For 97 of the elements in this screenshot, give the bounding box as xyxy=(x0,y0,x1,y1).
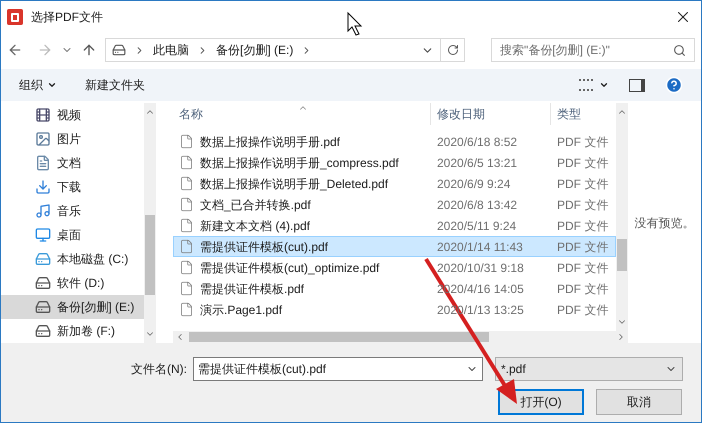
scrollbar[interactable] xyxy=(616,103,628,331)
scrollbar[interactable] xyxy=(144,103,156,343)
download-icon xyxy=(35,179,51,195)
help-icon[interactable] xyxy=(665,76,683,94)
back-icon[interactable] xyxy=(7,42,23,58)
file-name: 新建文本文档 (4).pdf xyxy=(200,218,310,234)
drive-icon xyxy=(112,43,126,57)
file-name: 需提供证件模板(cut).pdf xyxy=(200,238,328,256)
file-row[interactable]: 数据上报操作说明手册.pdf 2020/6/18 8:52 PDF 文件 xyxy=(173,131,616,152)
file-row[interactable]: 新建文本文档 (4).pdf 2020/5/11 9:24 PDF 文件 xyxy=(173,215,616,236)
file-icon xyxy=(179,155,194,170)
file-type: PDF 文件 xyxy=(556,154,608,172)
view-options-icon[interactable] xyxy=(579,79,609,91)
mouse-cursor-icon xyxy=(348,12,362,36)
nav-item[interactable]: 视频 xyxy=(1,103,144,127)
search-field[interactable]: 搜索"备份[勿删] (E:)" xyxy=(491,38,695,62)
file-row[interactable]: 需提供证件模板(cut).pdf 2020/1/14 11:43 PDF 文件 xyxy=(173,236,616,257)
caret-icon xyxy=(47,80,57,90)
file-row[interactable]: 文档_已合并转换.pdf 2020/6/8 13:42 PDF 文件 xyxy=(173,194,616,215)
preview-pane-icon[interactable] xyxy=(629,78,645,92)
modified-date: 2020/6/8 13:42 xyxy=(436,196,518,214)
file-icon xyxy=(179,134,194,149)
file-row[interactable]: 需提供证件模板(cut)_optimize.pdf 2020/10/31 9:18 PDF 文件 xyxy=(173,257,616,278)
file-icon xyxy=(179,239,194,254)
drive-icon xyxy=(35,323,51,339)
scrollbar-thumb[interactable] xyxy=(189,332,489,342)
scrollbar-thumb[interactable] xyxy=(145,215,155,295)
open-button[interactable]: 打开(O) xyxy=(498,389,584,415)
file-type: PDF 文件 xyxy=(556,196,608,214)
file-icon xyxy=(179,281,194,296)
nav-item[interactable]: 备份[勿删] (E:) xyxy=(1,295,144,319)
file-row[interactable]: 数据上报操作说明手册_Deleted.pdf 2020/6/9 9:24 PDF 文件 xyxy=(173,173,616,194)
organize-button[interactable]: 组织 xyxy=(19,76,57,94)
column-header[interactable]: 修改日期 xyxy=(431,103,551,125)
modified-date: 2020/6/18 8:52 xyxy=(436,134,518,150)
music-note-icon xyxy=(35,203,51,219)
up-icon[interactable] xyxy=(81,42,97,58)
nav-item[interactable]: 本地磁盘 (C:) xyxy=(1,247,144,271)
nav-item[interactable]: 新加卷 (F:) xyxy=(1,319,144,343)
file-type-dropdown[interactable]: *.pdf xyxy=(495,357,683,381)
breadcrumb-item[interactable]: 此电脑 xyxy=(153,41,189,59)
file-icon xyxy=(179,197,194,212)
horizontal-scrollbar[interactable] xyxy=(173,331,628,343)
file-type: PDF 文件 xyxy=(556,280,608,298)
file-name-label: 文件名(N): xyxy=(131,361,188,378)
nav-item[interactable]: 图片 xyxy=(1,127,144,151)
nav-item[interactable]: 桌面 xyxy=(1,223,144,247)
file-name-value: 需提供证件模板(cut).pdf xyxy=(198,361,328,378)
new-folder-button[interactable]: 新建文件夹 xyxy=(85,76,145,94)
file-icon xyxy=(179,176,194,191)
file-type: PDF 文件 xyxy=(556,134,608,150)
film-icon xyxy=(35,107,51,123)
drive-icon xyxy=(35,251,51,267)
address-bar[interactable]: 此电脑 备份[勿删] (E:) xyxy=(105,38,465,62)
search-icon xyxy=(673,44,686,56)
column-header[interactable]: 名称 xyxy=(173,103,431,125)
document-icon xyxy=(35,155,51,171)
file-type-value: *.pdf xyxy=(501,361,527,378)
file-name: 数据上报操作说明手册_Deleted.pdf xyxy=(200,176,388,192)
nav-item[interactable]: 文档 xyxy=(1,151,144,175)
file-row[interactable]: 数据上报操作说明手册_compress.pdf 2020/6/5 13:21 PDF 文件 xyxy=(173,152,616,173)
breadcrumb-item[interactable]: 备份[勿删] (E:) xyxy=(216,41,294,59)
scrollbar-thumb[interactable] xyxy=(617,239,627,271)
file-icon xyxy=(179,218,194,233)
window-title: 选择PDF文件 xyxy=(31,9,103,26)
drive-icon xyxy=(35,275,51,291)
search-placeholder: 搜索"备份[勿删] (E:)" xyxy=(500,42,611,59)
nav-item[interactable]: 音乐 xyxy=(1,199,144,223)
file-name-field[interactable]: 需提供证件模板(cut).pdf xyxy=(193,357,483,381)
file-type: PDF 文件 xyxy=(556,302,608,318)
file-name: 数据上报操作说明手册.pdf xyxy=(200,134,340,150)
app-logo-icon xyxy=(7,9,23,25)
column-header[interactable]: 类型 xyxy=(551,103,616,125)
nav-item[interactable]: 下载 xyxy=(1,175,144,199)
file-type: PDF 文件 xyxy=(556,238,608,256)
file-type: PDF 文件 xyxy=(556,260,608,276)
file-name: 需提供证件模板.pdf xyxy=(200,280,304,298)
modified-date: 2020/1/14 11:43 xyxy=(436,238,524,256)
nav-item[interactable]: 软件 (D:) xyxy=(1,271,144,295)
file-name: 需提供证件模板(cut)_optimize.pdf xyxy=(200,260,380,276)
refresh-icon[interactable] xyxy=(446,44,458,56)
picture-icon xyxy=(35,131,51,147)
file-type: PDF 文件 xyxy=(556,218,608,234)
file-name: 演示.Page1.pdf xyxy=(200,302,282,318)
cancel-button[interactable]: 取消 xyxy=(596,389,682,415)
modified-date: 2020/6/5 13:21 xyxy=(436,154,518,172)
monitor-icon xyxy=(35,227,51,243)
file-name: 文档_已合并转换.pdf xyxy=(200,196,311,214)
modified-date: 2020/6/9 9:24 xyxy=(436,176,512,192)
file-type: PDF 文件 xyxy=(556,176,608,192)
modified-date: 2020/10/31 9:18 xyxy=(436,260,525,276)
drive-icon xyxy=(35,299,51,315)
file-icon xyxy=(179,302,194,317)
file-icon xyxy=(179,260,194,275)
preview-message: 没有预览。 xyxy=(634,215,694,232)
modified-date: 2020/5/11 9:24 xyxy=(436,218,518,234)
file-name: 数据上报操作说明手册_compress.pdf xyxy=(200,154,399,172)
